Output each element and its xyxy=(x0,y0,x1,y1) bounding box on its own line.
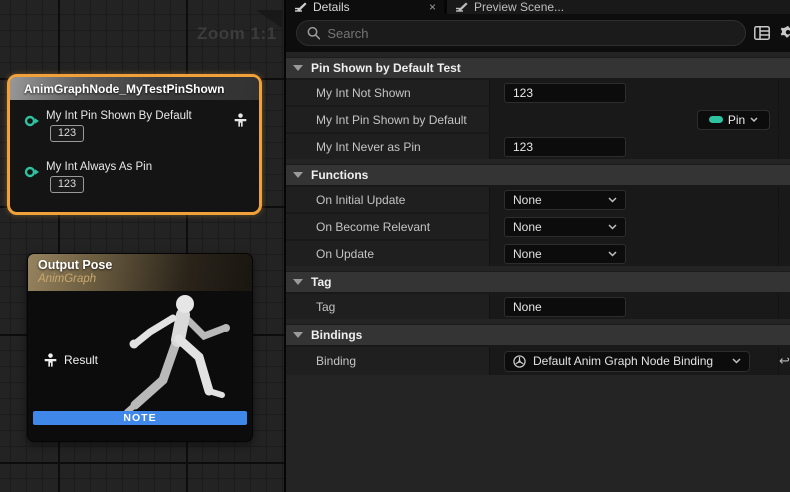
int-pin-icon[interactable] xyxy=(24,115,40,130)
property-label: On Initial Update xyxy=(286,187,490,212)
output-pose-title: Output Pose xyxy=(38,258,252,272)
details-content: Pin Shown by Default Test My Int Not Sho… xyxy=(286,52,790,492)
collapse-arrow-icon xyxy=(293,279,303,285)
chevron-down-icon xyxy=(732,358,741,364)
property-row-my-int-never-as-pin: My Int Never as Pin xyxy=(286,132,790,159)
section-header[interactable]: Functions xyxy=(286,164,790,185)
collapse-arrow-icon xyxy=(293,172,303,178)
property-label: On Become Relevant xyxy=(286,214,490,239)
chevron-down-icon xyxy=(608,224,617,230)
graph-corner-shade xyxy=(256,10,282,28)
collapse-arrow-icon xyxy=(293,332,303,338)
on-initial-update-dropdown[interactable]: None xyxy=(504,190,626,210)
result-pin-label: Result xyxy=(64,353,98,367)
on-update-dropdown[interactable]: None xyxy=(504,244,626,264)
property-row-tag: Tag xyxy=(286,292,790,319)
preview-scene-tab-icon xyxy=(455,2,468,13)
node-pin-row: My Int Pin Shown By Default 123 xyxy=(24,110,192,142)
tab-preview-scene[interactable]: Preview Scene... xyxy=(447,0,637,14)
my-int-never-as-pin-input[interactable] xyxy=(504,137,626,157)
settings-gear-icon[interactable] xyxy=(780,25,790,41)
search-input[interactable] xyxy=(327,26,735,41)
tab-details-label: Details xyxy=(313,0,350,14)
anim-graph-canvas[interactable]: Zoom 1:1 AnimGraphNode_MyTestPinShown My… xyxy=(0,0,284,492)
int-pin-icon[interactable] xyxy=(24,166,40,181)
tab-preview-scene-label: Preview Scene... xyxy=(474,0,564,14)
binding-dropdown[interactable]: Default Anim Graph Node Binding xyxy=(504,351,750,372)
tag-input[interactable] xyxy=(504,297,626,317)
section-title: Bindings xyxy=(311,328,362,342)
search-icon xyxy=(307,26,320,40)
output-pose-subtitle: AnimGraph xyxy=(38,273,252,285)
details-tab-icon xyxy=(294,2,307,13)
details-panel: Details × Preview Scene... xyxy=(286,0,790,492)
property-label: My Int Pin Shown by Default xyxy=(286,107,490,132)
pin-mode-dropdown[interactable]: Pin xyxy=(697,110,770,130)
chevron-down-icon xyxy=(608,197,617,203)
property-row-on-update: On Update None xyxy=(286,239,790,266)
dropdown-value: None xyxy=(513,220,542,234)
property-row-on-initial-update: On Initial Update None xyxy=(286,185,790,212)
note-banner[interactable]: NOTE xyxy=(33,411,247,425)
section-header[interactable]: Tag xyxy=(286,271,790,292)
chevron-down-icon xyxy=(608,251,617,257)
pose-pin-icon xyxy=(44,353,57,367)
pin-label: My Int Always As Pin xyxy=(46,161,152,173)
section-bindings: Bindings Binding Default Anim Graph Node… xyxy=(286,324,790,375)
property-label: My Int Not Shown xyxy=(286,80,490,105)
output-pose-title-bar: Output Pose AnimGraph xyxy=(28,254,252,291)
property-row-binding: Binding Default Anim Graph Node Binding … xyxy=(286,345,790,375)
property-row-my-int-pin-shown-by-default: My Int Pin Shown by Default Pin xyxy=(286,105,790,132)
tab-bar: Details × Preview Scene... xyxy=(286,0,790,14)
output-pose-body: Result NOTE xyxy=(28,291,252,429)
on-become-relevant-dropdown[interactable]: None xyxy=(504,217,626,237)
search-row xyxy=(286,14,790,52)
section-tag: Tag Tag xyxy=(286,271,790,319)
section-functions: Functions On Initial Update None On Beco… xyxy=(286,164,790,266)
property-row-my-int-not-shown: My Int Not Shown xyxy=(286,78,790,105)
anim-node-title: AnimGraphNode_MyTestPinShown xyxy=(10,77,259,100)
section-header[interactable]: Pin Shown by Default Test xyxy=(286,57,790,78)
pin-label: My Int Pin Shown By Default xyxy=(46,110,192,122)
anim-graph-node[interactable]: AnimGraphNode_MyTestPinShown My Int Pin … xyxy=(7,74,262,215)
display-filter-icon[interactable] xyxy=(754,26,770,40)
property-label: Tag xyxy=(286,294,490,319)
pin-pill-icon xyxy=(709,116,723,123)
section-header[interactable]: Bindings xyxy=(286,324,790,345)
dropdown-value: None xyxy=(513,247,542,261)
unreal-editor-window: Zoom 1:1 AnimGraphNode_MyTestPinShown My… xyxy=(0,0,790,492)
binding-class-icon xyxy=(513,355,526,368)
result-pin[interactable]: Result xyxy=(44,353,98,367)
my-int-not-shown-input[interactable] xyxy=(504,83,626,103)
property-label: My Int Never as Pin xyxy=(286,134,490,159)
pin-value-input[interactable]: 123 xyxy=(50,176,84,193)
output-pose-node[interactable]: Output Pose AnimGraph xyxy=(27,253,253,442)
section-title: Pin Shown by Default Test xyxy=(311,61,461,75)
tab-details[interactable]: Details × xyxy=(286,0,444,14)
chevron-down-icon xyxy=(750,117,758,122)
section-title: Functions xyxy=(311,168,368,182)
search-box[interactable] xyxy=(296,20,746,46)
property-row-on-become-relevant: On Become Relevant None xyxy=(286,212,790,239)
property-label: Binding xyxy=(286,347,490,375)
property-label: On Update xyxy=(286,241,490,266)
reset-to-default-icon[interactable]: ↩ xyxy=(779,353,790,369)
section-title: Tag xyxy=(311,275,331,289)
binding-dropdown-value: Default Anim Graph Node Binding xyxy=(533,354,713,368)
pin-value-input[interactable]: 123 xyxy=(50,125,84,142)
pose-pin-icon[interactable] xyxy=(234,113,247,130)
tab-close-icon[interactable]: × xyxy=(429,1,436,13)
section-pin-shown-by-default-test: Pin Shown by Default Test My Int Not Sho… xyxy=(286,57,790,159)
collapse-arrow-icon xyxy=(293,65,303,71)
node-pin-row: My Int Always As Pin 123 xyxy=(24,161,152,193)
dropdown-value: None xyxy=(513,193,542,207)
pin-dropdown-label: Pin xyxy=(728,113,745,127)
